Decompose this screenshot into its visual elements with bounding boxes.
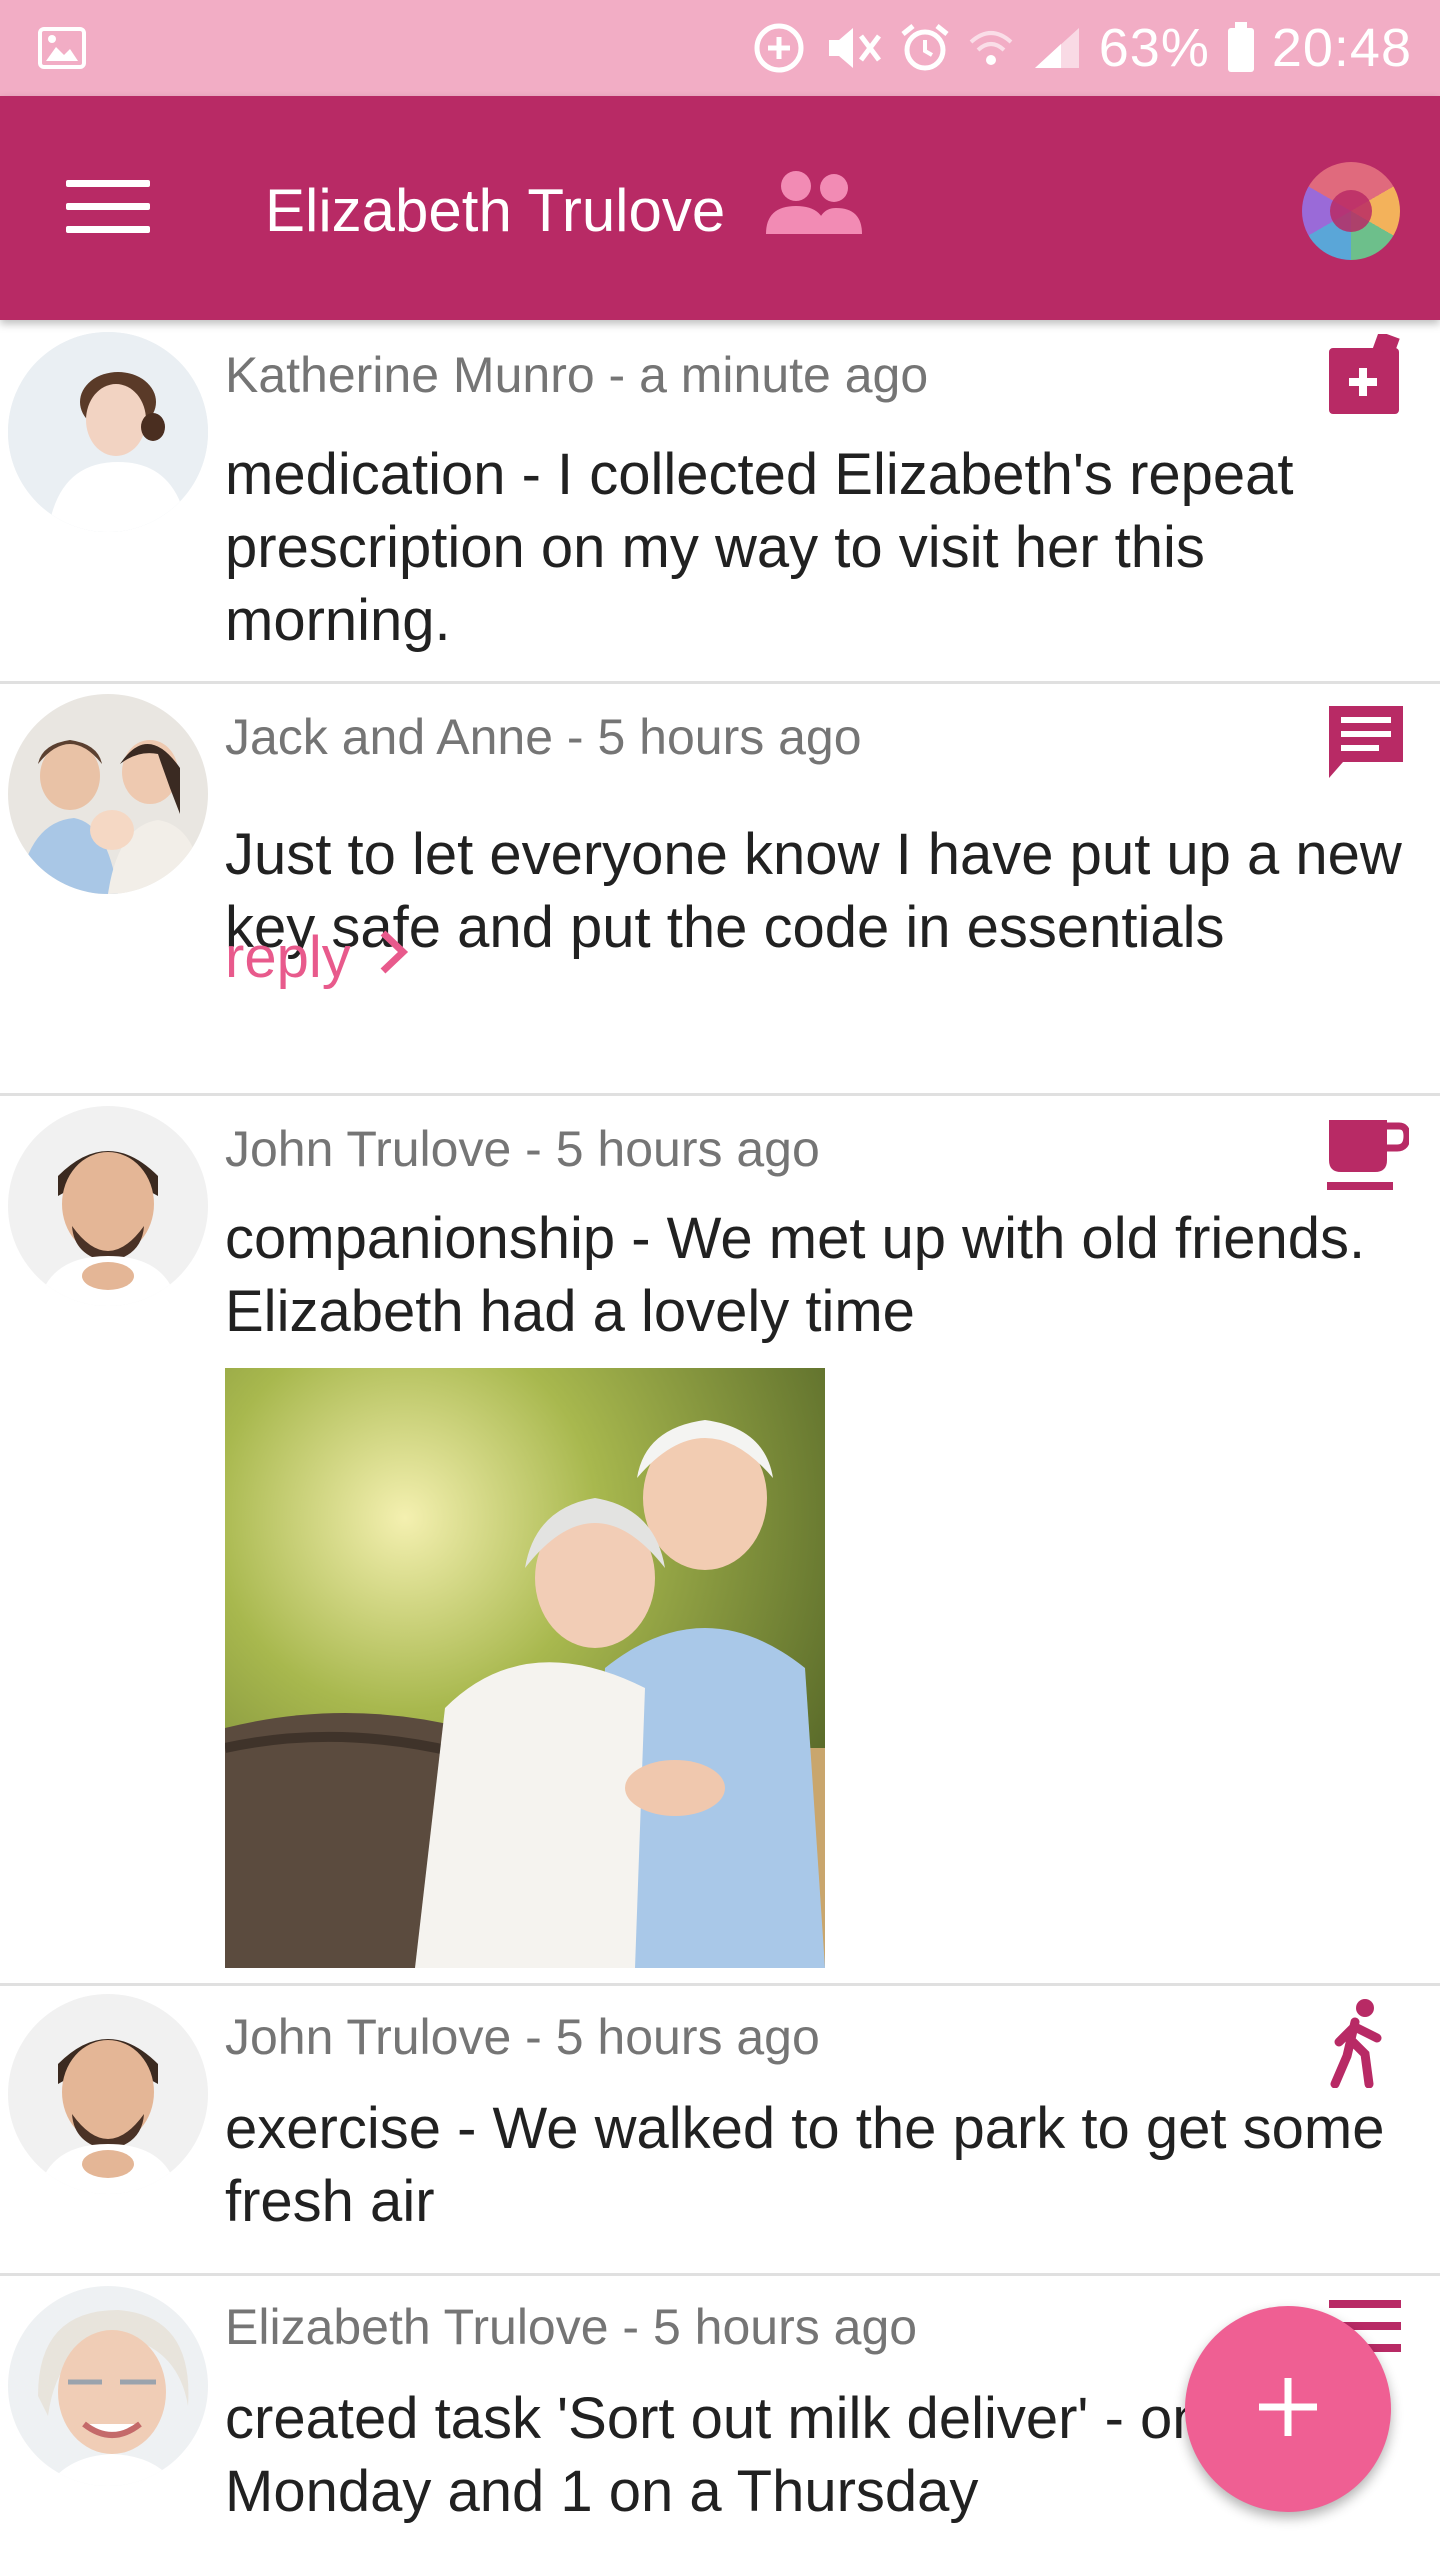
avatar[interactable]: [8, 1106, 208, 1306]
post-author: Katherine Munro - a minute ago: [225, 347, 929, 403]
post-author: Elizabeth Trulove - 5 hours ago: [225, 2299, 918, 2355]
hamburger-menu-icon[interactable]: [66, 180, 150, 236]
plus-icon: [1253, 2372, 1323, 2447]
data-saver-icon: [751, 20, 807, 76]
status-bar: 63% 20:48: [0, 0, 1440, 96]
feed-item[interactable]: John Trulove - 5 hours ago companionship…: [0, 1096, 1440, 1986]
chevron-right-icon: [377, 924, 411, 991]
activity-feed: Katherine Munro - a minute ago medicatio…: [0, 322, 1440, 2566]
app-logo-avatar[interactable]: [1302, 162, 1400, 260]
message-icon[interactable]: [1325, 702, 1407, 787]
feed-item[interactable]: Katherine Munro - a minute ago medicatio…: [0, 322, 1440, 684]
medication-icon[interactable]: [1325, 331, 1405, 423]
avatar[interactable]: [8, 332, 208, 532]
mute-icon: [823, 22, 883, 74]
coffee-cup-icon[interactable]: [1325, 1114, 1411, 1199]
feed-item[interactable]: Jack and Anne - 5 hours ago Just to let …: [0, 684, 1440, 1096]
post-body: exercise - We walked to the park to get …: [225, 2096, 1385, 2234]
people-icon[interactable]: [760, 168, 866, 245]
wifi-icon: [967, 24, 1015, 72]
app-bar: Elizabeth Trulove: [0, 96, 1440, 320]
post-author: John Trulove - 5 hours ago: [225, 2009, 820, 2065]
reply-button[interactable]: reply: [225, 924, 411, 991]
page-title: Elizabeth Trulove: [265, 177, 726, 244]
post-author: John Trulove - 5 hours ago: [225, 1121, 820, 1177]
post-body: medication - I collected Elizabeth's rep…: [225, 442, 1294, 653]
battery-percent: 63%: [1098, 18, 1210, 78]
avatar[interactable]: [8, 2286, 208, 2486]
post-body: companionship - We met up with old frien…: [225, 1206, 1366, 1344]
add-button[interactable]: [1185, 2306, 1391, 2512]
alarm-icon: [899, 22, 951, 74]
post-author: Jack and Anne - 5 hours ago: [225, 709, 862, 765]
avatar[interactable]: [8, 1994, 208, 2194]
walking-icon[interactable]: [1325, 1998, 1395, 2093]
image-icon: [38, 27, 86, 69]
clock: 20:48: [1271, 18, 1412, 78]
avatar[interactable]: [8, 694, 208, 894]
reply-label: reply: [225, 925, 351, 990]
battery-icon: [1226, 22, 1256, 74]
post-photo[interactable]: [225, 1368, 825, 1968]
signal-icon: [1031, 24, 1083, 72]
feed-item[interactable]: John Trulove - 5 hours ago exercise - We…: [0, 1986, 1440, 2276]
